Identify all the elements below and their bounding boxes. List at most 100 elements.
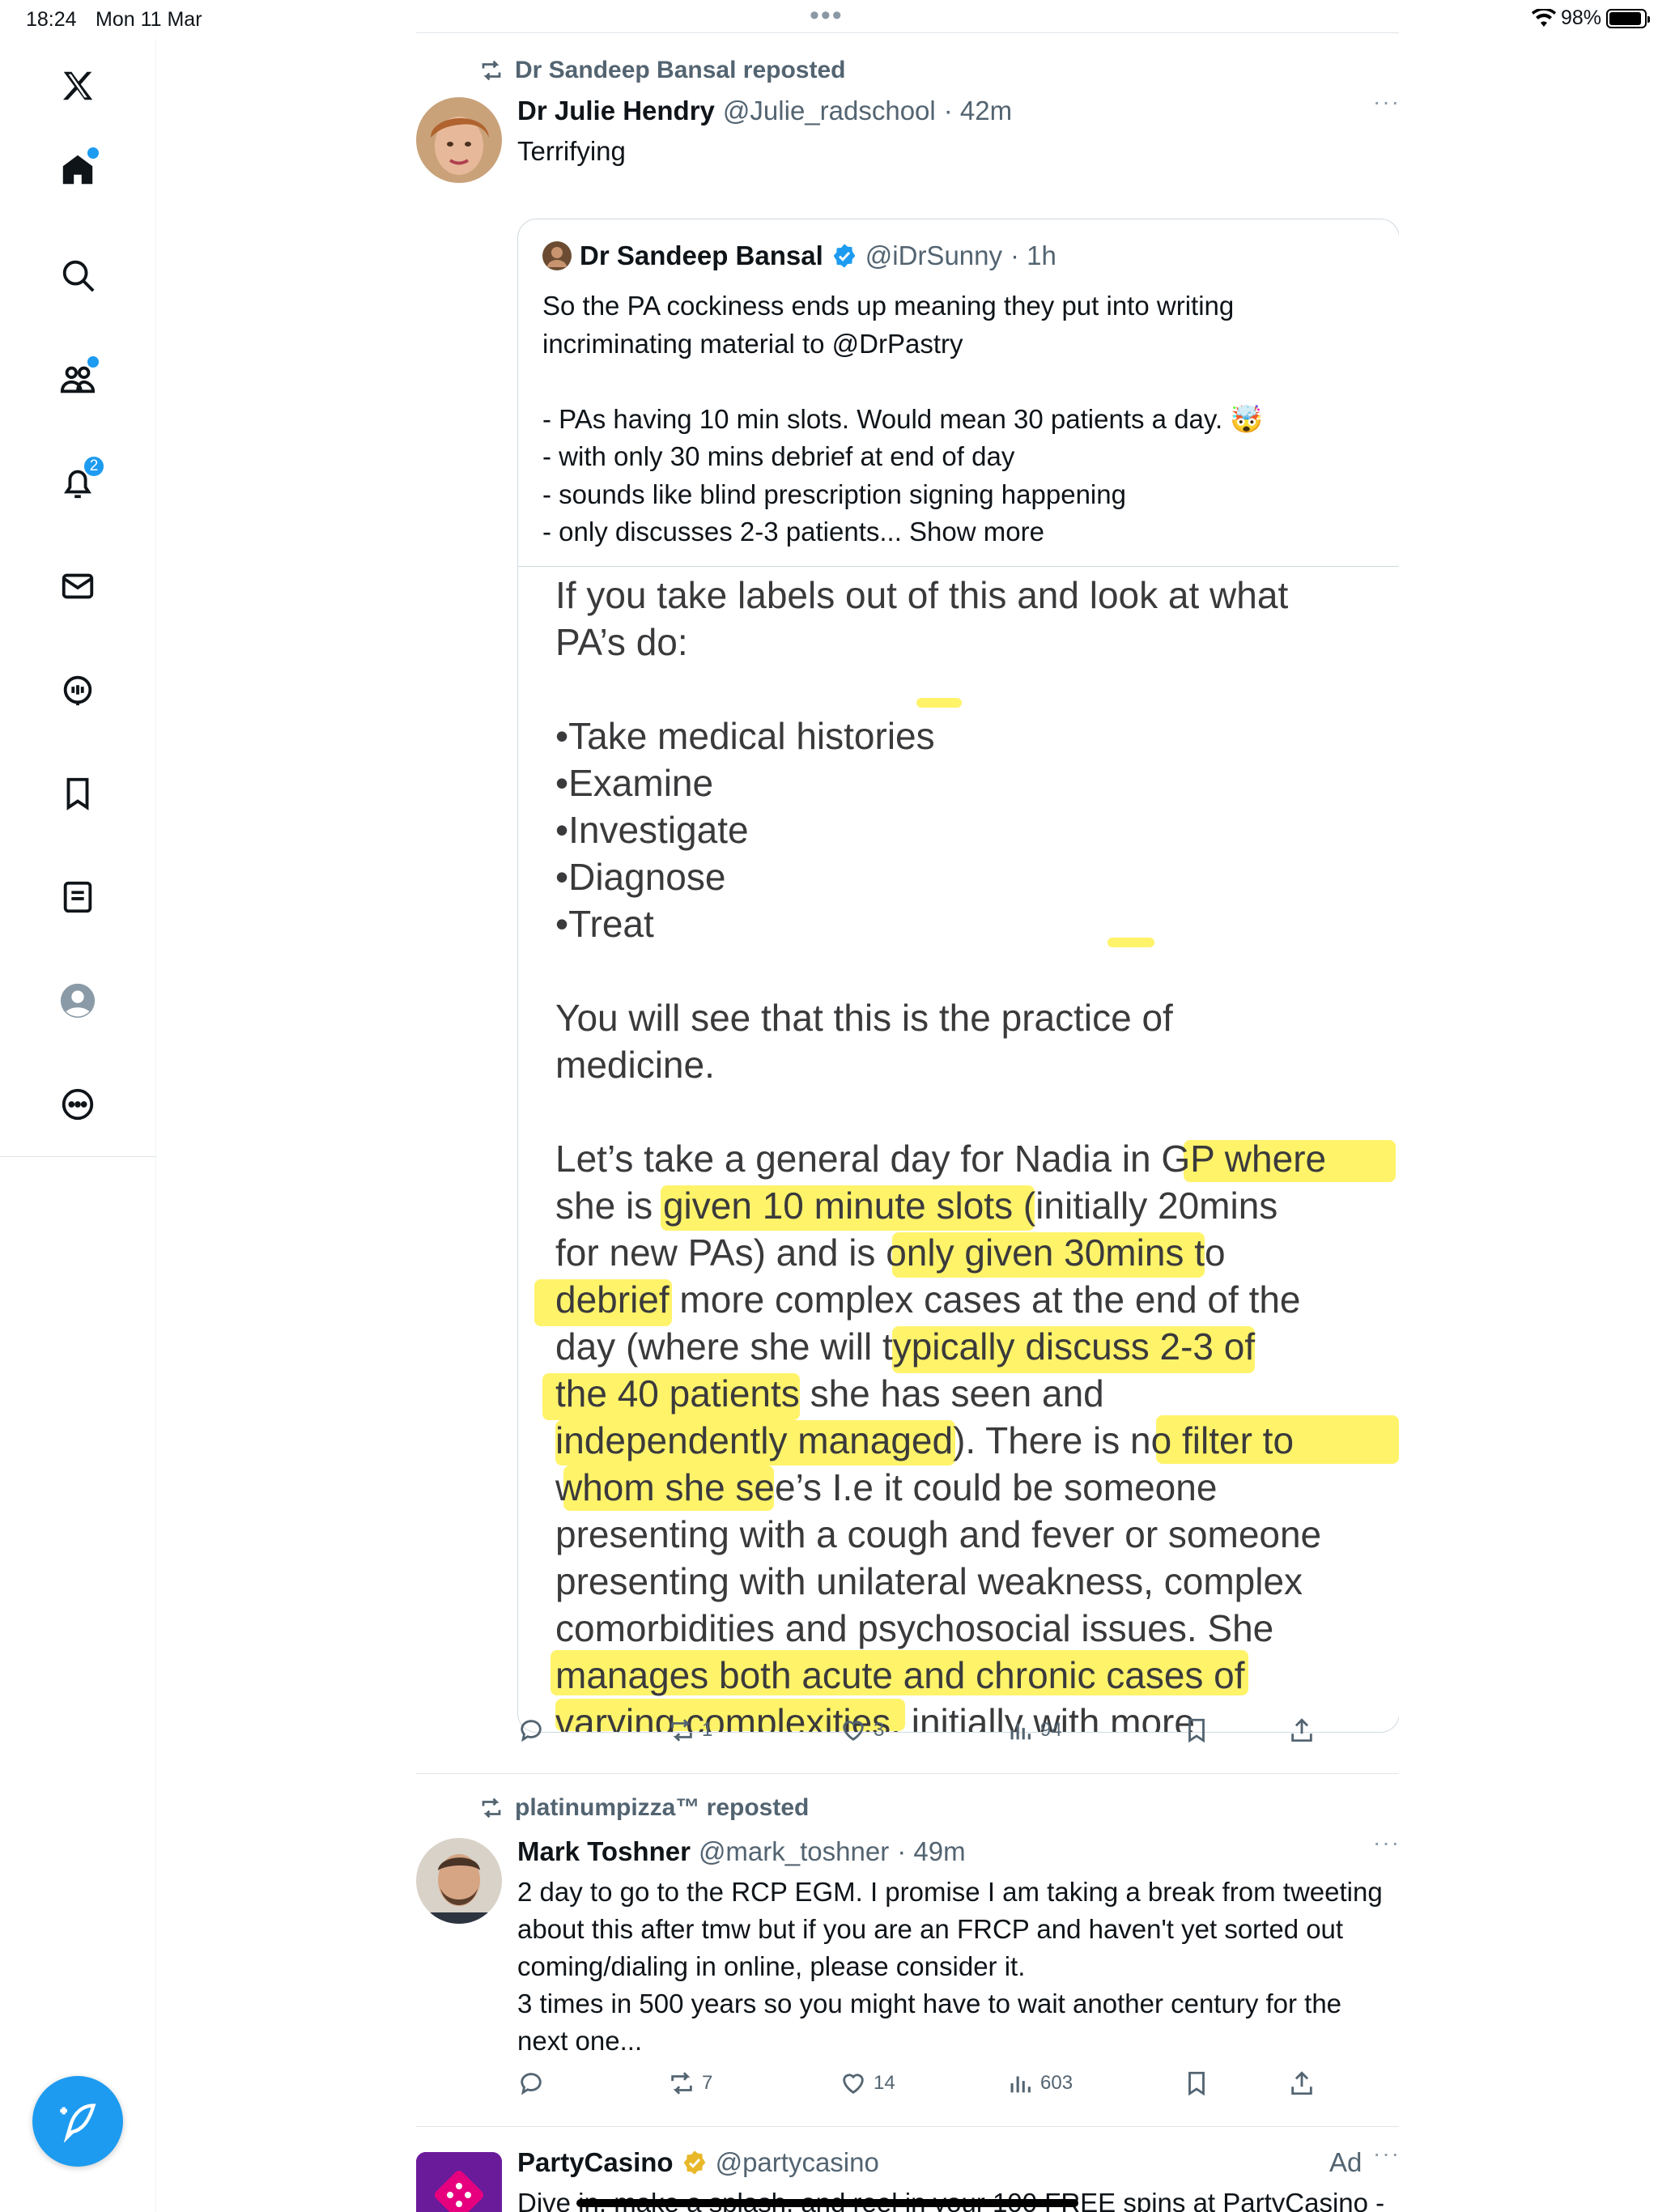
reply-button[interactable] [517,1716,545,1744]
views-chart-icon [1010,1723,1031,1740]
like-count: 3 [874,1719,885,1741]
post-text: Dive in, make a splash, and reel in your… [517,2188,1385,2212]
post-actions: 1 3 94 [517,1716,1327,1749]
battery-percent: 98% [1560,6,1601,29]
repost-by-text: Dr Sandeep Bansal reposted [515,57,846,83]
avatar[interactable] [416,2152,502,2212]
image-text-line: presenting with unilateral weakness, com… [555,1560,1303,1602]
repost-indicator: platinumpizza™ reposted [478,1794,809,1822]
post-julie-hendry[interactable]: Dr Sandeep Bansal reposted Dr Julie Hend… [416,32,1399,1773]
quoted-post[interactable]: Dr Sandeep Bansal @iDrSunny · 1h So the … [517,219,1399,1733]
grok-spaces-icon[interactable] [52,664,104,716]
views-button[interactable]: 94 [1006,1716,1062,1744]
ad-label: Ad [1329,2147,1363,2177]
share-button[interactable] [1288,2069,1316,2097]
wifi-icon [1531,8,1556,27]
sidebar: 2 [0,39,156,2212]
quoted-author-name[interactable]: Dr Sandeep Bansal [580,240,823,271]
post-text-line: about this after tmw but if you are an F… [517,1914,1344,1944]
repost-button[interactable]: 7 [668,2069,712,2097]
like-button[interactable]: 3 [840,1716,884,1744]
search-icon[interactable] [52,249,104,301]
author-name[interactable]: Mark Toshner [517,1836,691,1867]
heart-icon [843,1721,864,1742]
communities-unread-dot [87,356,99,368]
image-text-line: she is given 10 minute slots (initially … [555,1185,1278,1227]
heart-icon [843,2074,864,2095]
repost-button[interactable]: 1 [668,1716,712,1744]
reply-button[interactable] [517,2069,545,2097]
status-time: 18:24 [26,8,77,31]
post-more-icon[interactable]: ··· [1373,89,1399,115]
image-text-line: for new PAs) and is only given 30mins to [555,1231,1226,1274]
home-icon[interactable] [52,144,104,196]
image-text-line: manages both acute and chronic cases of [555,1654,1245,1696]
status-date: Mon 11 Mar [96,8,202,31]
post-mark-toshner[interactable]: platinumpizza™ reposted Mark Toshner @ma… [416,1773,1399,2129]
communities-icon[interactable] [52,353,104,405]
image-text-line: You will see that this is the practice o… [555,997,1173,1039]
author-name[interactable]: PartyCasino [517,2147,674,2178]
image-text-line: debrief more complex cases at the end of… [555,1278,1301,1321]
top-more-dots-icon: ••• [810,0,844,31]
home-indicator [576,2199,1078,2207]
post-text: 2 day to go to the RCP EGM. I promise I … [517,1874,1399,2060]
avatar[interactable] [416,1838,502,1924]
quoted-post-image[interactable]: If you take labels out of this and look … [518,566,1399,1732]
more-options-icon[interactable] [52,1078,104,1130]
avatar[interactable] [416,97,502,183]
image-text-line: presenting with a cough and fever or som… [555,1513,1322,1555]
quoted-author-avatar[interactable] [542,241,572,270]
reply-icon [521,2073,542,2095]
author-name[interactable]: Dr Julie Hendry [517,96,715,126]
views-chart-icon [1010,2076,1031,2093]
quoted-author-handle[interactable]: @iDrSunny [865,240,1002,271]
views-button[interactable]: 603 [1006,2069,1073,2097]
repost-count: 7 [702,2072,713,2094]
lists-icon[interactable] [52,871,104,923]
image-text-line: •Investigate [555,809,749,851]
author-handle[interactable]: @Julie_radschool [723,96,936,126]
bookmark-icon [1188,2071,1205,2096]
highlight-mark [1107,938,1154,947]
post-more-icon[interactable]: ··· [1373,2141,1399,2167]
bookmarks-icon[interactable] [52,768,104,819]
views-count: 603 [1040,2072,1073,2094]
image-text-line: •Diagnose [555,856,726,898]
post-text: Terrifying [517,136,626,166]
quoted-post-time: · 1h [1010,240,1056,270]
author-handle[interactable]: @partycasino [716,2147,879,2178]
x-logo-icon[interactable] [52,60,104,112]
sidebar-divider [0,1156,156,1157]
post-header: PartyCasino @partycasino [517,2147,879,2178]
profile-avatar-icon[interactable] [52,975,104,1027]
like-button[interactable]: 14 [840,2069,895,2097]
image-text-line: medicine. [555,1044,715,1086]
post-text-line: 2 day to go to the RCP EGM. I promise I … [517,1877,1383,1907]
share-button[interactable] [1288,1716,1316,1744]
author-handle[interactable]: @mark_toshner [699,1836,889,1867]
image-text-line: the 40 patients she has seen and [555,1372,1104,1414]
battery-icon [1606,8,1650,28]
post-more-icon[interactable]: ··· [1373,1830,1399,1856]
highlight-mark [916,698,962,708]
repost-icon [482,1797,501,1819]
repost-indicator: Dr Sandeep Bansal reposted [478,57,845,84]
verified-gold-badge-icon [683,2150,705,2175]
bookmark-button[interactable] [1183,1716,1210,1744]
timeline: ••• Dr Sandeep Bansal reposted Dr Julie … [416,0,1399,2212]
bookmark-icon [1188,1718,1205,1743]
like-count: 14 [874,2072,895,2094]
image-text-line: comorbidities and psychosocial issues. S… [555,1607,1274,1649]
bookmark-button[interactable] [1183,2069,1210,2097]
post-header: Dr Julie Hendry @Julie_radschool · 42m [517,96,1012,126]
messages-icon[interactable] [52,560,104,612]
reply-icon [521,1720,542,1742]
post-header: Mark Toshner @mark_toshner · 49m [517,1836,966,1867]
image-text-line: independently managed). There is no filt… [555,1419,1295,1461]
image-text-line: whom she see’s I.e it could be someone [555,1466,1218,1508]
quoted-post-header: Dr Sandeep Bansal @iDrSunny · 1h [542,240,1056,271]
share-icon [1291,2071,1312,2095]
compose-post-button[interactable] [32,2076,123,2167]
notifications-bell-icon[interactable]: 2 [52,455,105,508]
